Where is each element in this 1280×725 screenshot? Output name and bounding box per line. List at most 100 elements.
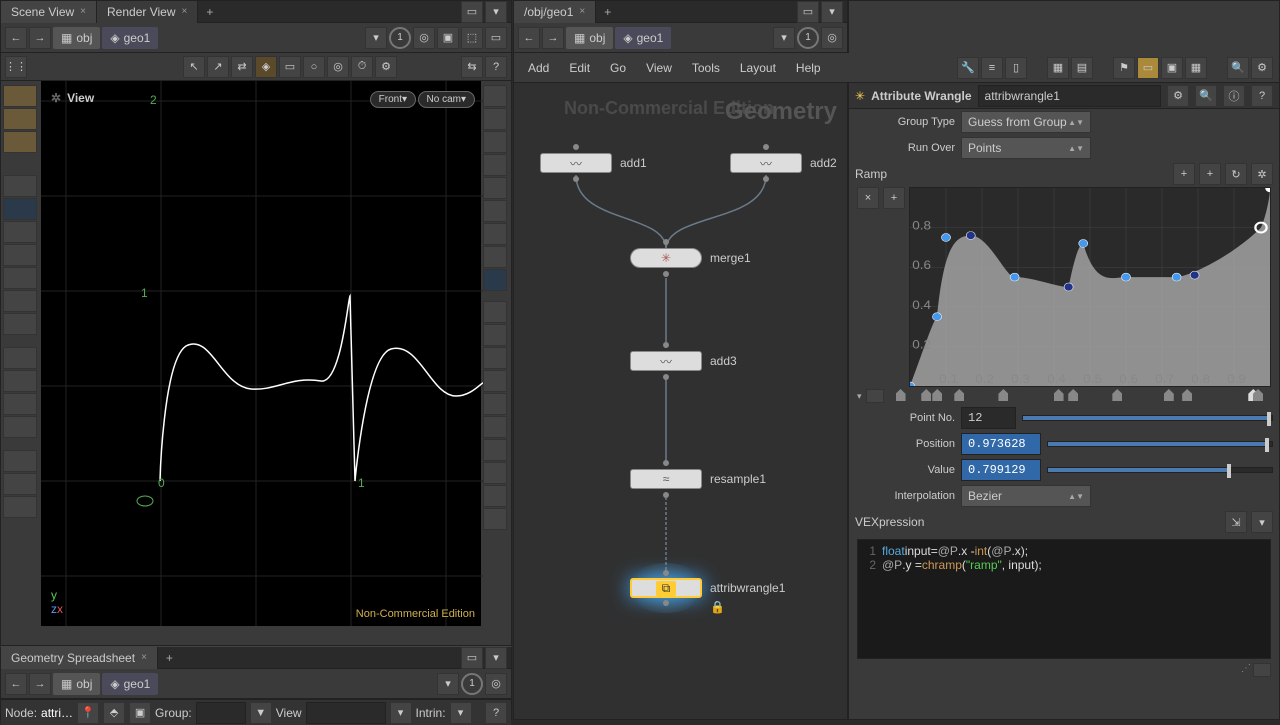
run-over-select[interactable]: Points▲▼ [961,137,1091,159]
menu-help[interactable]: Help [788,57,829,79]
close-icon[interactable]: × [141,652,147,663]
grid-b-icon[interactable]: ▤ [1071,57,1093,79]
menu-add[interactable]: Add [520,57,557,79]
misc-a-icon[interactable] [3,450,37,472]
dropdown-icon[interactable]: ▾ [773,27,795,49]
path-segment-obj[interactable]: ▦ obj [566,27,613,49]
snap-c-icon[interactable] [3,393,37,415]
shelf-tool-3-icon[interactable] [3,131,37,153]
tab-render-view[interactable]: Render View× [97,1,198,23]
close-icon[interactable]: × [579,6,585,17]
back-icon[interactable]: ← [518,27,540,49]
disp-7-icon[interactable] [483,269,507,291]
take-indicator[interactable]: 1 [389,27,411,49]
arrow-icon[interactable]: ↗ [207,56,229,78]
pane-menu-icon[interactable]: ▾ [485,1,507,23]
shade-3-icon[interactable] [483,347,507,369]
menu-go[interactable]: Go [602,57,634,79]
resize-handle-icon[interactable]: ⋰ [1241,663,1251,677]
gear-icon[interactable]: ⚙ [1251,57,1273,79]
path-segment-obj[interactable]: ▦ obj [53,673,100,695]
clock-icon[interactable]: ⏱ [351,56,373,78]
tab-add-button[interactable]: + [596,1,619,23]
tool-e-icon[interactable] [3,313,37,335]
shade-6-icon[interactable] [483,416,507,438]
maximize-icon[interactable]: ▭ [461,647,483,669]
view-input[interactable] [306,702,386,724]
node-merge1[interactable]: ✳ merge1 [630,248,751,268]
maximize-icon[interactable]: ▭ [461,1,483,23]
position-slider[interactable] [1047,441,1273,447]
circle-icon[interactable]: ○ [303,56,325,78]
value-input[interactable] [961,459,1041,481]
menu-tools[interactable]: Tools [684,57,728,79]
lock-tool-icon[interactable] [3,198,37,220]
camera-dropdown[interactable]: Front▾ [370,91,416,108]
viewport-canvas[interactable]: 2 1 0 1 ✲ View Front▾ No cam▾ Non-Commer… [41,81,481,626]
vex-expand-icon[interactable]: ⇲ [1225,511,1247,533]
maximize-icon[interactable]: ▭ [797,1,819,23]
tab-network-path[interactable]: /obj/geo1× [514,1,596,23]
nocam-dropdown[interactable]: No cam▾ [418,91,475,108]
shade-7-icon[interactable] [483,439,507,461]
pin-icon[interactable]: ◎ [821,27,843,49]
menu-view[interactable]: View [638,57,680,79]
node-resample1[interactable]: ≈ resample1 [630,469,766,489]
menu-layout[interactable]: Layout [732,57,784,79]
help-icon[interactable]: ? [485,56,507,78]
select-arrow-icon[interactable]: ↖ [183,56,205,78]
lock-icon[interactable] [483,131,507,153]
path-segment-node[interactable]: ◈ geo1 [102,673,158,695]
help-icon[interactable]: ? [1251,85,1273,107]
ramp-preset-icon[interactable]: + [1199,163,1221,185]
search-icon[interactable]: 🔍 [1195,85,1217,107]
path-segment-obj[interactable]: ▦ obj [53,27,100,49]
tab-add-button[interactable]: + [198,1,221,23]
disp-4-icon[interactable] [483,177,507,199]
ring-icon[interactable]: ◎ [485,673,507,695]
palette-icon[interactable]: ▦ [1185,57,1207,79]
shade-9-icon[interactable] [483,485,507,507]
grid-a-icon[interactable]: ▦ [1047,57,1069,79]
ramp-reverse-icon[interactable]: ↻ [1225,163,1247,185]
shade-1-icon[interactable] [483,301,507,323]
options-icon[interactable]: ⇆ [461,56,483,78]
pointno-input[interactable] [961,407,1016,429]
dropdown-icon[interactable]: ▾ [365,27,387,49]
flag-icon[interactable]: ⚑ [1113,57,1135,79]
path-segment-node[interactable]: ◈ geo1 [615,27,671,49]
swap-icon[interactable]: ⇄ [231,56,253,78]
search-icon[interactable]: 🔍 [1227,57,1249,79]
take-indicator[interactable]: 1 [797,27,819,49]
back-icon[interactable]: ← [5,27,27,49]
pane-menu-icon[interactable]: ▾ [485,647,507,669]
forward-icon[interactable]: → [542,27,564,49]
camera-icon[interactable]: ▭ [279,56,301,78]
ramp-canvas[interactable]: 0.80.60.40.2 0.10.20.3 0.40.50.6 0.70.80… [909,187,1271,387]
pane-menu-icon[interactable]: ▾ [821,1,843,23]
close-icon[interactable]: × [80,6,86,17]
help-icon[interactable]: ? [485,702,507,724]
filter-icon[interactable]: ▼ [250,702,272,724]
class-points-icon[interactable]: ⬘ [103,702,125,724]
snap-b-icon[interactable] [3,370,37,392]
tool-c-icon[interactable] [3,267,37,289]
class-prims-icon[interactable]: ▣ [129,702,151,724]
shade-5-icon[interactable] [483,393,507,415]
ramp-gear-icon[interactable]: ✲ [1251,163,1273,185]
ramp-delete-button[interactable]: × [857,187,879,209]
list-icon[interactable]: ≡ [981,57,1003,79]
take-indicator[interactable]: 1 [461,673,483,695]
page-icon[interactable]: ▯ [1005,57,1027,79]
shelf-tool-2-icon[interactable] [3,108,37,130]
intrin-menu-icon[interactable]: ▾ [450,702,472,724]
tool-b-icon[interactable] [3,244,37,266]
path-segment-node[interactable]: ◈ geo1 [102,27,158,49]
vex-button-icon[interactable] [1253,663,1271,677]
cube-icon[interactable]: ▣ [437,27,459,49]
ramp-expand-icon[interactable]: ▾ [857,391,862,402]
monitor-icon[interactable]: ▭ [485,27,507,49]
ring-icon[interactable]: ◎ [327,56,349,78]
tool-a-icon[interactable] [3,221,37,243]
node-attribwrangle1[interactable]: ⧉ attribwrangle1 🔒 [630,578,785,598]
